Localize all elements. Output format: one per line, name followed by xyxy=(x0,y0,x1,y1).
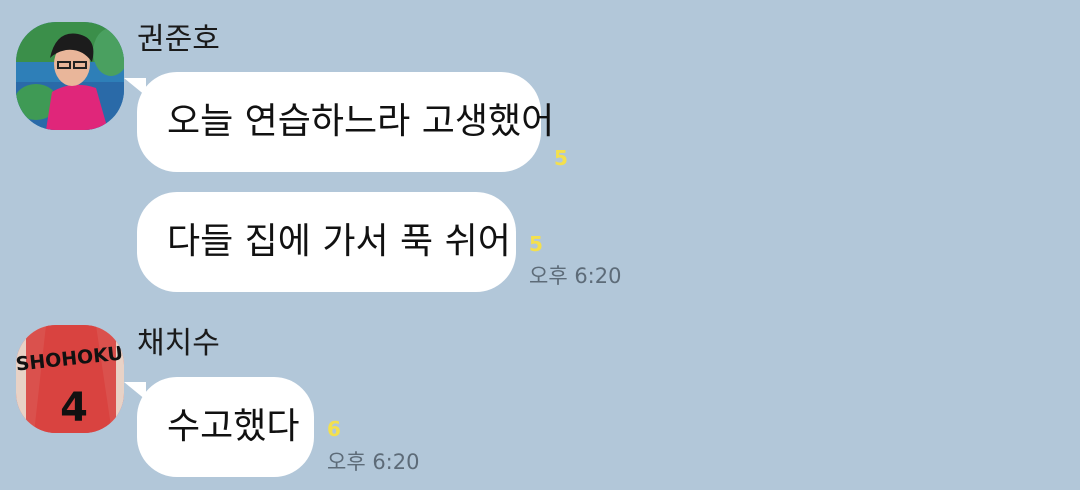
message-time: 오후 6:20 xyxy=(529,264,622,288)
sender-avatar-kwon[interactable] xyxy=(16,22,124,130)
message-time: 오후 6:20 xyxy=(327,450,420,474)
basketball-jersey-avatar-icon: SHOHOKU 4 xyxy=(16,325,124,433)
message-bubble[interactable]: 수고했다 xyxy=(137,377,314,477)
chat-room: 권준호 오늘 연습하느라 고생했어 5 다들 집에 가서 푹 쉬어 5 오후 6… xyxy=(0,0,1080,490)
manga-character-avatar-icon xyxy=(16,22,124,130)
sender-avatar-chae[interactable]: SHOHOKU 4 xyxy=(16,325,124,433)
sender-name: 채치수 xyxy=(137,326,220,361)
unread-count: 5 xyxy=(554,146,568,170)
sender-name: 권준호 xyxy=(137,22,220,57)
message-text: 다들 집에 가서 푹 쉬어 xyxy=(167,221,511,262)
unread-count: 6 xyxy=(327,417,341,441)
message-text: 수고했다 xyxy=(167,406,300,447)
message-bubble[interactable]: 다들 집에 가서 푹 쉬어 xyxy=(137,192,516,292)
message-bubble[interactable]: 오늘 연습하느라 고생했어 xyxy=(137,72,554,172)
unread-count: 5 xyxy=(529,232,543,256)
jersey-number: 4 xyxy=(60,385,88,431)
message-text: 오늘 연습하느라 고생했어 xyxy=(167,101,555,142)
